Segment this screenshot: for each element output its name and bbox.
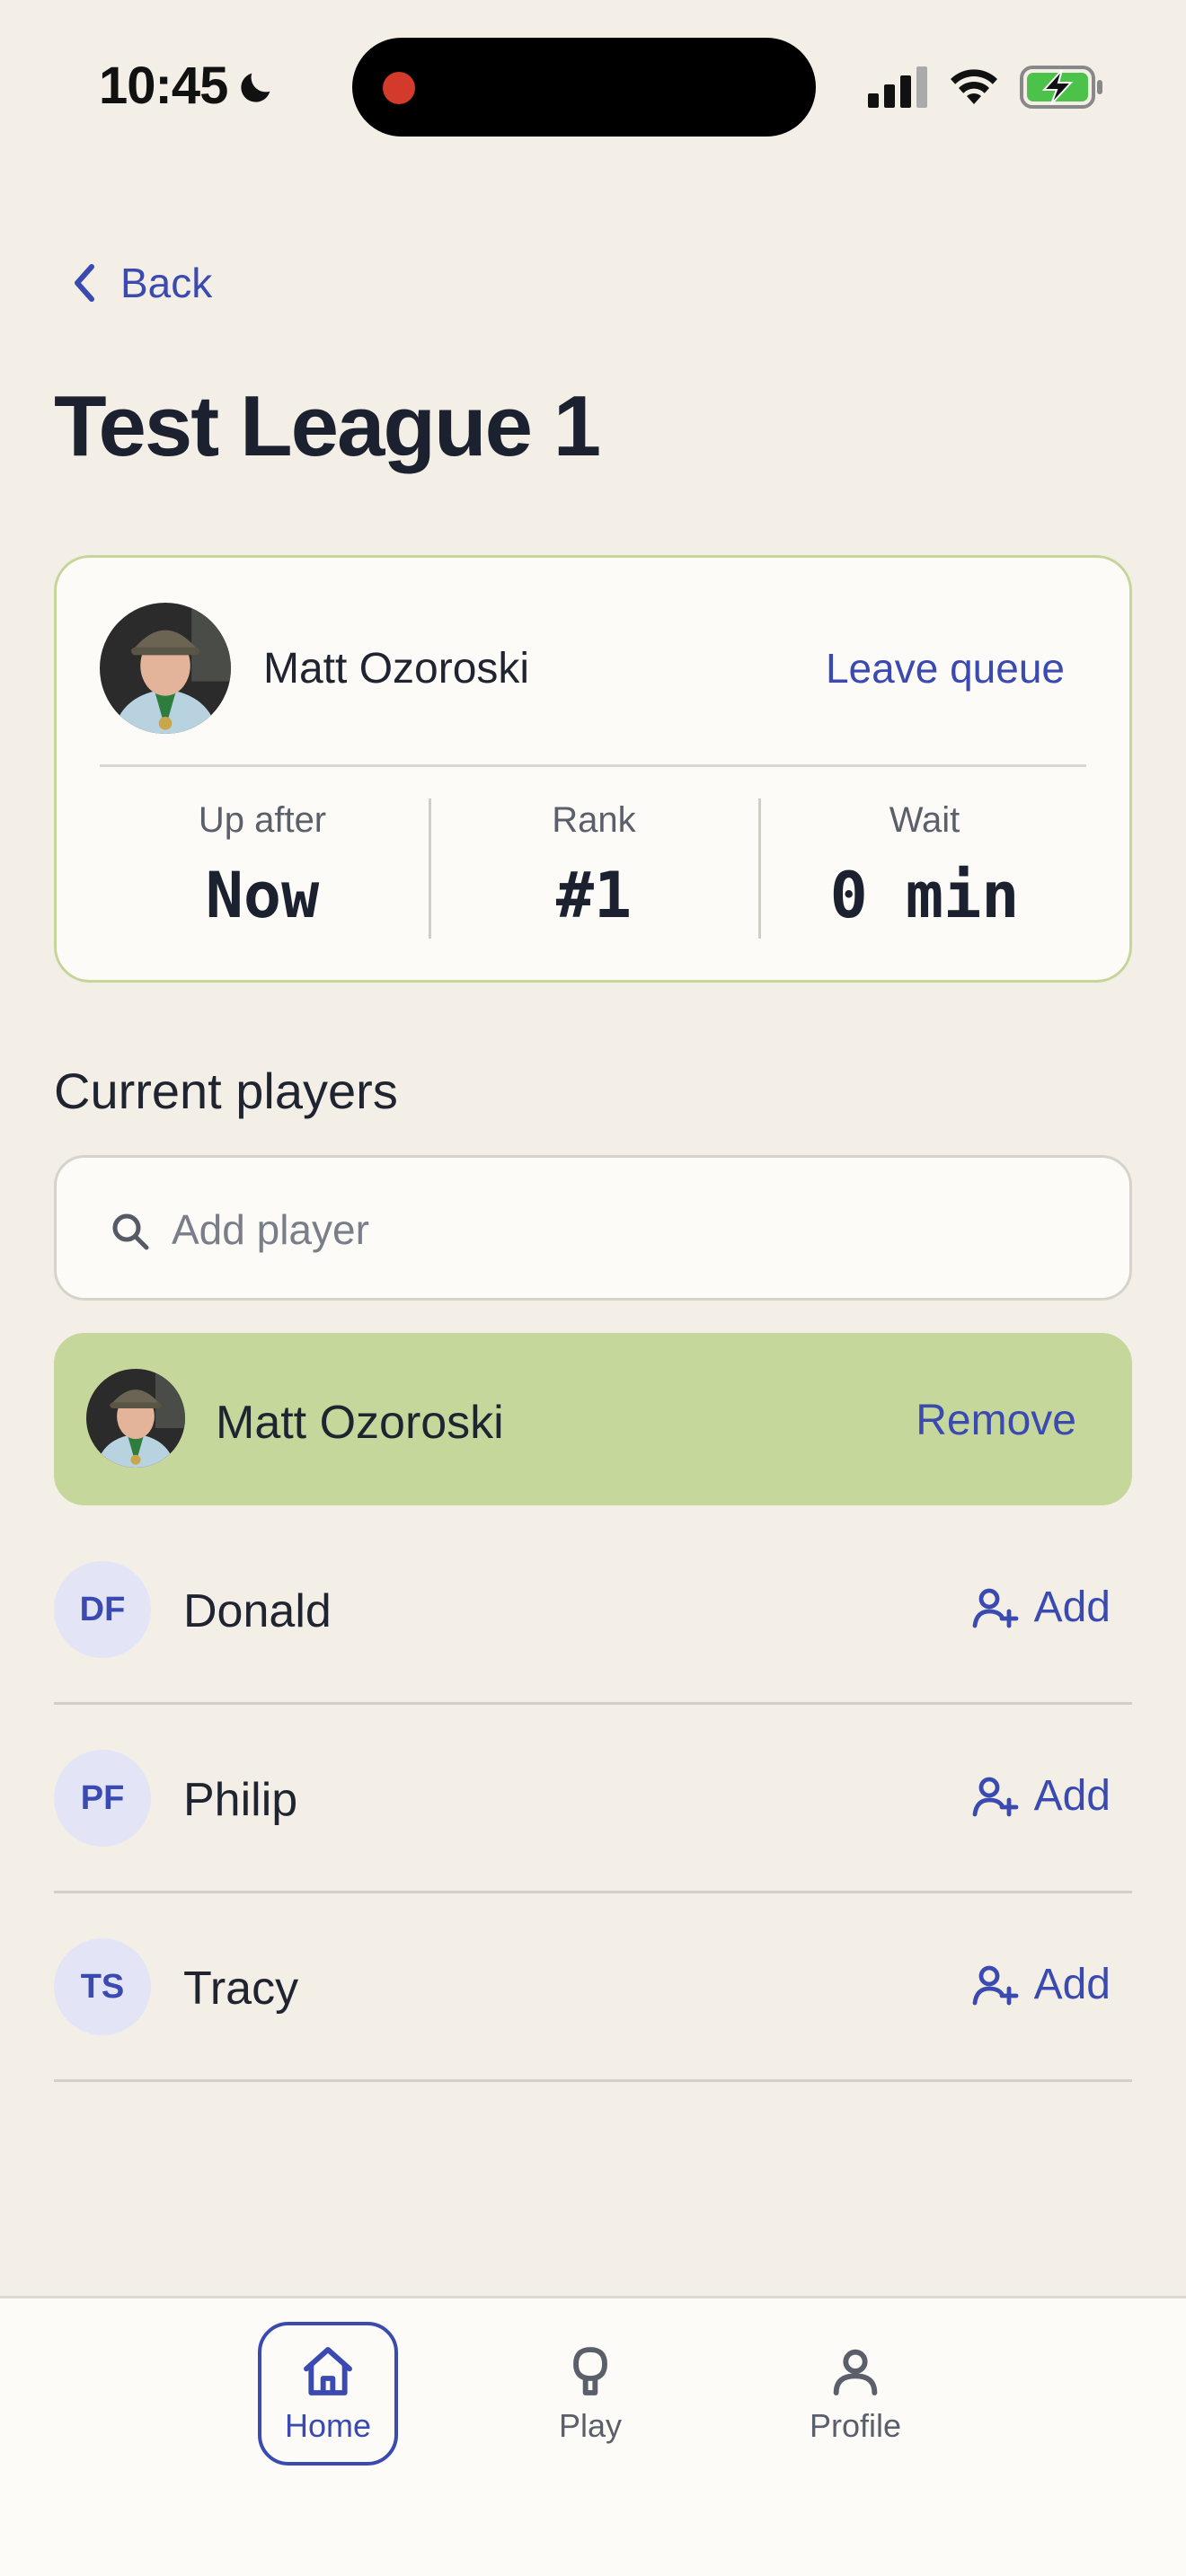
tab-home[interactable]: Home	[258, 2322, 398, 2466]
add-label: Add	[1033, 1584, 1111, 1631]
tab-label: Home	[284, 2407, 372, 2444]
tab-play[interactable]: Play	[520, 2322, 660, 2466]
wifi-icon	[951, 69, 997, 104]
section-title-current-players: Current players	[54, 1063, 398, 1119]
stat-value: Now	[205, 859, 320, 932]
back-button[interactable]: Back	[72, 259, 212, 307]
avatar-initials: DF	[54, 1561, 151, 1658]
player-name: Tracy	[183, 1963, 299, 2015]
tab-label: Play	[558, 2407, 623, 2444]
stat-divider	[429, 798, 431, 939]
list-item: DF Donald Add	[54, 1516, 1132, 1705]
stat-label: Wait	[889, 800, 960, 840]
stat-wait: Wait 0 min	[763, 800, 1086, 932]
status-bar: 10:45	[0, 0, 1186, 171]
stat-label: Up after	[198, 800, 327, 840]
status-time: 10:45	[99, 57, 228, 115]
stat-label: Rank	[552, 800, 636, 840]
tab-bar: Home Play Profile	[0, 2296, 1186, 2576]
tab-label: Profile	[809, 2407, 902, 2444]
user-plus-icon	[972, 1965, 1018, 2005]
queue-player-name: Matt Ozoroski	[263, 645, 530, 693]
chevron-left-icon	[75, 264, 94, 302]
list-item: TS Tracy Add	[54, 1893, 1132, 2082]
current-player-row: Matt Ozoroski Remove	[54, 1333, 1132, 1505]
tab-profile[interactable]: Profile	[785, 2322, 925, 2466]
avatar-initials: TS	[54, 1938, 151, 2035]
user-plus-icon	[972, 1777, 1018, 1816]
add-label: Add	[1033, 1961, 1111, 2008]
stat-rank: Rank #1	[432, 800, 756, 932]
recording-dot-icon	[383, 72, 415, 104]
dynamic-island	[352, 38, 816, 137]
remove-player-button[interactable]: Remove	[916, 1396, 1076, 1445]
leave-queue-button[interactable]: Leave queue	[826, 644, 1065, 693]
player-name: Donald	[183, 1585, 332, 1637]
page-title: Test League 1	[54, 378, 601, 474]
add-player-search[interactable]	[54, 1155, 1132, 1301]
person-icon	[833, 2349, 878, 2395]
battery-charging-icon	[1020, 66, 1102, 109]
add-label: Add	[1033, 1772, 1111, 1820]
user-plus-icon	[972, 1588, 1018, 1628]
add-player-button[interactable]: Add	[971, 1960, 1111, 2009]
list-item: PF Philip Add	[54, 1705, 1132, 1893]
stat-value: 0 min	[829, 859, 1020, 932]
stat-value: #1	[555, 859, 633, 932]
signal-icon	[868, 66, 927, 108]
add-player-input[interactable]	[172, 1185, 1070, 1275]
avatar	[86, 1369, 185, 1468]
avatar-initials: PF	[54, 1750, 151, 1847]
avatar	[100, 603, 231, 734]
stat-divider	[758, 798, 761, 939]
moon-icon	[241, 73, 270, 102]
stat-up-after: Up after Now	[101, 800, 424, 932]
paddle-icon	[573, 2347, 607, 2395]
back-label: Back	[120, 260, 213, 306]
current-player-name: Matt Ozoroski	[216, 1397, 504, 1449]
divider	[100, 764, 1086, 767]
home-icon	[304, 2347, 352, 2395]
player-name: Philip	[183, 1774, 298, 1826]
add-player-button[interactable]: Add	[971, 1771, 1111, 1821]
add-player-button[interactable]: Add	[971, 1583, 1111, 1632]
queue-status-card: Matt Ozoroski Leave queue Up after Now R…	[54, 555, 1132, 983]
search-icon	[112, 1213, 149, 1250]
